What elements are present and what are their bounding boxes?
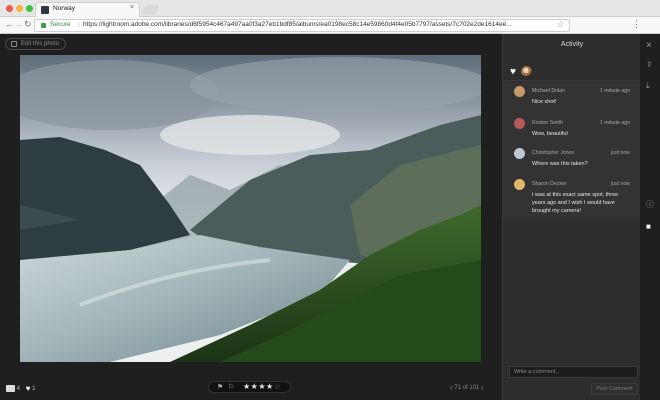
edit-photo-label: Edit this photo bbox=[21, 41, 60, 47]
comment-time: just now bbox=[610, 150, 630, 156]
screen: Norway × ← → ↻ Secure | https://lightroo… bbox=[0, 0, 660, 400]
comment-icon[interactable]: ■ bbox=[646, 222, 651, 231]
zoom-window-dot[interactable] bbox=[26, 5, 33, 12]
post-comment-button[interactable]: Post Comment bbox=[591, 383, 638, 395]
pick-flag-icon[interactable]: ⚑ bbox=[217, 383, 223, 391]
reject-flag-icon[interactable]: ⚐ bbox=[228, 383, 234, 391]
comment-input[interactable]: Write a comment... bbox=[509, 366, 638, 378]
back-icon[interactable]: ← bbox=[5, 19, 14, 29]
commenter-avatar[interactable] bbox=[514, 86, 525, 97]
comment-time: 1 minute ago bbox=[600, 120, 630, 126]
tab-close-icon[interactable]: × bbox=[130, 4, 134, 11]
commenter-avatar[interactable] bbox=[514, 179, 525, 190]
reload-icon[interactable]: ↻ bbox=[24, 19, 32, 30]
comment-text: Nice shot! bbox=[532, 99, 557, 105]
address-bar[interactable]: Secure | https://lightroom.adobe.com/lib… bbox=[34, 19, 570, 32]
minimize-window-dot[interactable] bbox=[16, 5, 23, 12]
comment-text: Where was this taken? bbox=[532, 161, 588, 167]
url-separator: | bbox=[78, 21, 80, 28]
commenter-avatar[interactable] bbox=[514, 148, 525, 159]
prev-photo-icon[interactable]: ‹ bbox=[450, 383, 453, 392]
lock-icon bbox=[41, 23, 46, 28]
browser-tab[interactable]: Norway × bbox=[35, 2, 140, 17]
info-icon[interactable]: ⓘ bbox=[646, 199, 654, 210]
right-rail: × ⇪ ⤓ ⓘ ■ bbox=[640, 34, 660, 400]
share-icon[interactable]: ⇪ bbox=[646, 60, 653, 69]
browser-toolbar: ← → ↻ Secure | https://lightroom.adobe.c… bbox=[0, 17, 660, 34]
photo-footer: 4 ♥ 1 ⚑ ⚐ ★★★★☆ ‹ 71 of 101 › bbox=[0, 379, 502, 400]
browser-tabbar: Norway × bbox=[0, 0, 660, 17]
comment-time: 1 minute ago bbox=[600, 88, 630, 94]
browser-menu-icon[interactable]: ⋮ bbox=[632, 19, 641, 30]
comment-text: Wow, beautiful bbox=[532, 131, 568, 137]
comment-text: I was at this exact same spot, three yea… bbox=[532, 192, 619, 214]
secure-label: Secure bbox=[50, 21, 71, 28]
engagement-counts: 4 ♥ 1 bbox=[6, 384, 35, 393]
comment-list: Michael Dolan 1 minute ago Nice shot! Kirst… bbox=[503, 82, 641, 220]
close-icon[interactable]: × bbox=[646, 40, 652, 51]
flag-rating-control: ⚑ ⚐ ★★★★☆ bbox=[208, 381, 291, 393]
rating-star[interactable]: ★ bbox=[258, 382, 266, 391]
bookmark-star-icon[interactable]: ☆ bbox=[557, 20, 564, 29]
rating-star[interactable]: ★ bbox=[243, 382, 251, 391]
pager-text: 71 of 101 bbox=[454, 385, 480, 392]
star-rating[interactable]: ★★★★☆ bbox=[243, 382, 281, 391]
fjord-photo bbox=[20, 55, 481, 362]
forward-icon[interactable]: → bbox=[14, 19, 23, 29]
rating-star[interactable]: ★ bbox=[266, 382, 274, 391]
like-count: 1 bbox=[32, 385, 36, 392]
activity-panel: Activity ♥ Michael Dolan 1 minute ago Nice… bbox=[502, 34, 641, 400]
url-text[interactable]: https://lightroom.adobe.com/libraries/d6… bbox=[83, 21, 553, 28]
comment-count: 4 bbox=[16, 385, 21, 392]
tab-favicon-icon bbox=[41, 6, 49, 14]
tab-title: Norway bbox=[53, 5, 76, 12]
commenter-name: Michael Dolan bbox=[532, 88, 565, 94]
download-icon[interactable]: ⤓ bbox=[646, 81, 650, 91]
likes-row: ♥ bbox=[510, 63, 533, 81]
edit-photo-button[interactable]: Edit this photo bbox=[5, 38, 66, 50]
next-photo-icon[interactable]: › bbox=[481, 383, 484, 392]
commenter-name: Sharon Decker bbox=[532, 181, 567, 187]
heart-icon[interactable]: ♥ bbox=[26, 384, 31, 393]
new-tab-button[interactable] bbox=[141, 5, 159, 15]
like-heart-icon[interactable]: ♥ bbox=[510, 66, 516, 77]
comment-icon[interactable] bbox=[6, 385, 15, 392]
comment-time: just now bbox=[610, 181, 630, 187]
photo[interactable] bbox=[20, 55, 481, 362]
pager: ‹ 71 of 101 › bbox=[450, 383, 484, 392]
liker-avatar[interactable] bbox=[521, 66, 533, 78]
commenter-name: Christopher Jones bbox=[532, 150, 575, 156]
close-window-dot[interactable] bbox=[6, 5, 13, 12]
commenter-name: Kirsten Smith bbox=[532, 120, 563, 126]
commenter-avatar[interactable] bbox=[514, 118, 525, 129]
edit-icon bbox=[11, 41, 17, 47]
activity-title: Activity bbox=[560, 41, 584, 48]
rating-star[interactable]: ☆ bbox=[274, 382, 282, 391]
divider bbox=[503, 80, 641, 81]
